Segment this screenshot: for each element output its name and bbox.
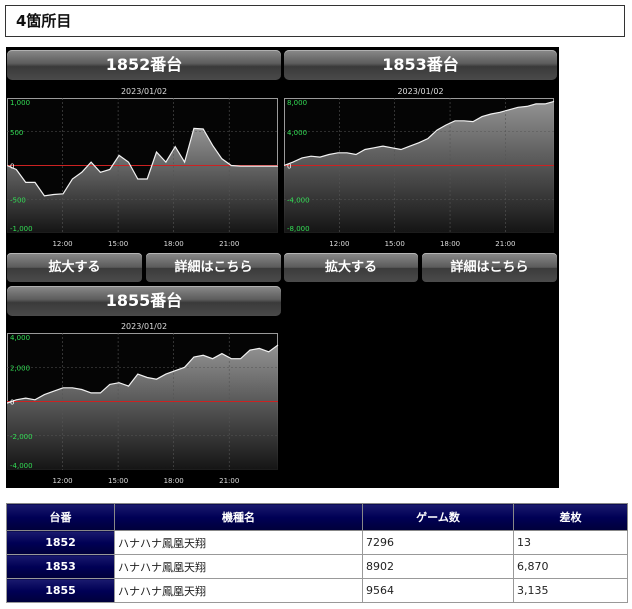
chart-1852-date: 2023/01/02: [120, 87, 168, 96]
x-tick-label: 12:00: [52, 477, 72, 485]
table-header-row: 台番 機種名 ゲーム数 差枚: [6, 503, 628, 531]
y-tick-label: 0: [10, 399, 14, 407]
row-difference: 3,135: [513, 578, 628, 603]
header-unit-number: 台番: [6, 503, 115, 531]
header-machine-name: 機種名: [114, 503, 363, 531]
x-tick-label: 15:00: [108, 240, 128, 248]
chart-1852[interactable]: 1,000 500 0 -500 -1,000 12:00 15:00 18:00 21:00: [7, 96, 281, 251]
y-tick-label: -500: [10, 196, 26, 204]
x-tick-label: 12:00: [329, 240, 349, 248]
row-difference: 6,870: [513, 554, 628, 579]
row-machine-name: ハナハナ鳳凰天翔: [114, 578, 363, 603]
y-tick-label: 8,000: [287, 99, 307, 107]
table-row: 1855 ハナハナ鳳凰天翔 9564 3,135: [6, 578, 628, 603]
x-tick-label: 15:00: [385, 240, 405, 248]
unit-1852-title: 1852番台: [7, 50, 281, 80]
detail-button-1852[interactable]: 詳細はこちら: [146, 253, 281, 282]
y-tick-label: 0: [10, 163, 14, 171]
header-game-count: ゲーム数: [362, 503, 514, 531]
unit-1853-title: 1853番台: [284, 50, 557, 80]
chart-1855[interactable]: 4,000 2,000 0 -2,000 -4,000 12:00 15:00 18:00 21…: [7, 331, 281, 488]
chart-1853-date: 2023/01/02: [397, 87, 444, 96]
x-tick-label: 12:00: [52, 240, 72, 248]
table-row: 1853 ハナハナ鳳凰天翔 8902 6,870: [6, 554, 628, 579]
y-tick-label: -4,000: [287, 196, 310, 204]
x-tick-label: 18:00: [440, 240, 460, 248]
row-game-count: 8902: [362, 554, 514, 579]
x-tick-label: 21:00: [495, 240, 515, 248]
row-machine-name: ハナハナ鳳凰天翔: [114, 554, 363, 579]
x-tick-label: 21:00: [219, 240, 239, 248]
y-tick-label: 4,000: [287, 129, 307, 137]
row-machine-name: ハナハナ鳳凰天翔: [114, 530, 363, 555]
section-title: 4箇所目: [5, 5, 625, 37]
y-tick-label: 0: [287, 163, 291, 171]
x-tick-label: 18:00: [164, 240, 184, 248]
y-tick-label: 1,000: [10, 99, 30, 107]
x-tick-label: 21:00: [219, 477, 239, 485]
graph-panel: 1852番台 2023/01/02 1,000 500 0 -500 -1,000 12:…: [6, 47, 559, 488]
unit-1855-title: 1855番台: [7, 286, 281, 316]
y-tick-label: 4,000: [10, 334, 30, 342]
expand-button-1852[interactable]: 拡大する: [7, 253, 142, 282]
header-difference: 差枚: [513, 503, 628, 531]
y-tick-label: 500: [10, 129, 23, 137]
row-unit-number: 1853: [6, 554, 115, 579]
chart-1853[interactable]: 8,000 4,000 0 -4,000 -8,000 12:00 15:00 18:00 21…: [284, 96, 557, 251]
row-unit-number: 1852: [6, 530, 115, 555]
row-difference: 13: [513, 530, 628, 555]
y-tick-label: 2,000: [10, 364, 30, 372]
x-tick-label: 15:00: [108, 477, 128, 485]
y-tick-label: -2,000: [10, 433, 33, 441]
x-tick-label: 18:00: [164, 477, 184, 485]
expand-button-1853[interactable]: 拡大する: [284, 253, 418, 282]
results-table: 台番 機種名 ゲーム数 差枚 1852 ハナハナ鳳凰天翔 7296 13 185…: [6, 503, 628, 603]
table-row: 1852 ハナハナ鳳凰天翔 7296 13: [6, 530, 628, 555]
detail-button-1853[interactable]: 詳細はこちら: [422, 253, 557, 282]
row-game-count: 9564: [362, 578, 514, 603]
y-tick-label: -8,000: [287, 225, 310, 233]
y-tick-label: -1,000: [10, 225, 33, 233]
row-game-count: 7296: [362, 530, 514, 555]
y-tick-label: -4,000: [10, 462, 33, 470]
chart-1855-date: 2023/01/02: [120, 322, 168, 331]
row-unit-number: 1855: [6, 578, 115, 603]
